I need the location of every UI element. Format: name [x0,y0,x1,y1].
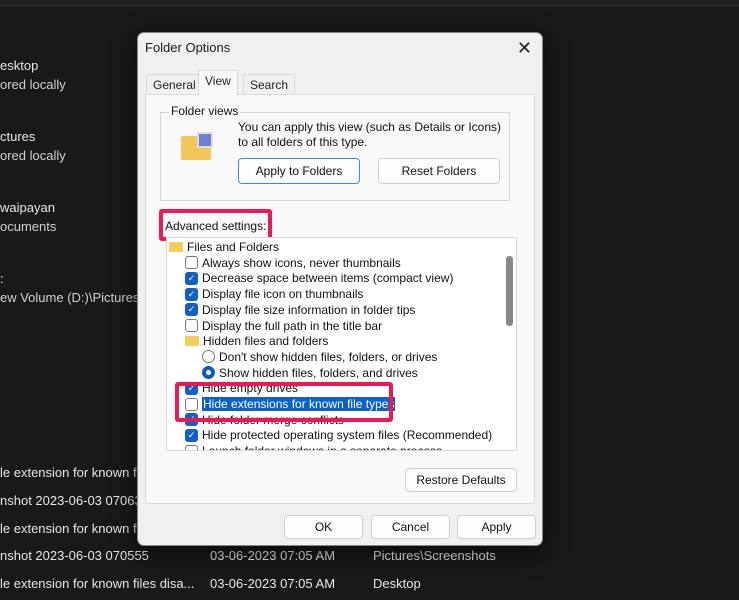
cancel-button[interactable]: Cancel [371,515,450,539]
explorer-top-bar [0,0,739,6]
quick-access-item-location: ored locally [0,148,66,163]
setting-item[interactable]: ✓ Display file icon on thumbnails [185,286,363,302]
setting-label: Display the full path in the title bar [202,318,383,333]
folder-views-description: You can apply this view (such as Details… [238,120,502,149]
highlight-hide-extensions [175,382,393,422]
setting-item[interactable]: Hidden files and folders [185,333,328,349]
setting-label: Don't show hidden files, folders, or dri… [219,349,438,364]
file-name[interactable]: le extension for known f [0,521,137,536]
folder-views-label: Folder views [169,104,241,118]
folder-view-icon [181,132,213,160]
quick-access-item-name[interactable]: waipayan [0,200,55,215]
checkbox[interactable] [185,319,198,332]
setting-label: Decrease space between items (compact vi… [202,271,454,286]
setting-item[interactable]: Don't show hidden files, folders, or dri… [202,349,437,365]
folder-icon [169,242,183,252]
checkbox[interactable] [185,444,198,450]
setting-item[interactable]: ✓ Hide protected operating system files (… [185,427,492,443]
apply-button[interactable]: Apply [457,515,536,539]
ok-button[interactable]: OK [284,515,363,539]
close-icon[interactable]: ✕ [517,38,532,59]
quick-access-item-name[interactable]: : [0,271,4,286]
file-location: Desktop [373,576,421,592]
setting-item[interactable]: Show hidden files, folders, and drives [202,365,418,381]
checkbox[interactable]: ✓ [185,287,198,301]
setting-item[interactable]: Display the full path in the title bar [185,318,382,334]
setting-label: Display file icon on thumbnails [202,287,364,302]
quick-access-item-name[interactable]: ctures [0,129,35,144]
radio-button[interactable] [202,366,215,380]
setting-label: Files and Folders [187,240,280,254]
file-name[interactable]: nshot 2023-06-03 07063 [0,493,142,508]
setting-label: Launch folder windows in a separate proc… [202,444,442,450]
tab-search[interactable]: Search [243,74,296,95]
setting-item[interactable]: Launch folder windows in a separate proc… [185,443,442,450]
setting-label: Hide protected operating system files (R… [202,428,493,443]
setting-label: Display file size information in folder … [202,302,416,317]
file-location: Pictures\Screenshots [373,548,496,564]
setting-label: Hidden files and folders [203,334,329,349]
setting-label: Show hidden files, folders, and drives [219,365,418,380]
dialog-title: Folder Options [145,40,231,55]
setting-label: Always show icons, never thumbnails [202,255,401,270]
tab-view[interactable]: View [198,70,238,96]
setting-item[interactable]: ✓ Display file size information in folder… [185,302,415,318]
checkbox[interactable]: ✓ [185,303,198,317]
file-name[interactable]: nshot 2023-06-03 070555 [0,548,149,563]
setting-item[interactable]: Always show icons, never thumbnails [185,255,401,271]
folder-options-dialog: Folder Options ✕ General View Search Fol… [137,32,543,546]
file-date: 03-06-2023 07:05 AM [210,548,336,564]
scrollbar-thumb[interactable] [506,256,513,326]
quick-access-item-location: ored locally [0,77,66,92]
radio-button[interactable] [202,350,215,364]
folder-icon [185,336,199,347]
quick-access-item-location: ew Volume (D:)\Pictures [0,290,140,305]
apply-to-folders-button[interactable]: Apply to Folders [238,158,360,184]
setting-item[interactable]: Files and Folders [169,239,279,255]
setting-item[interactable]: ✓ Decrease space between items (compact v… [185,270,453,286]
checkbox[interactable]: ✓ [185,271,198,285]
checkbox[interactable] [185,256,198,270]
file-name[interactable]: le extension for known files disa... [0,576,194,591]
restore-defaults-button[interactable]: Restore Defaults [405,468,517,492]
checkbox[interactable]: ✓ [185,428,198,442]
file-date: 03-06-2023 07:05 AM [210,576,336,592]
quick-access-item-name[interactable]: esktop [0,58,38,73]
tab-general[interactable]: General [146,74,203,95]
file-name[interactable]: le extension for known f [0,465,137,480]
reset-folders-button[interactable]: Reset Folders [378,158,500,184]
quick-access-item-location: ocuments [0,219,57,234]
